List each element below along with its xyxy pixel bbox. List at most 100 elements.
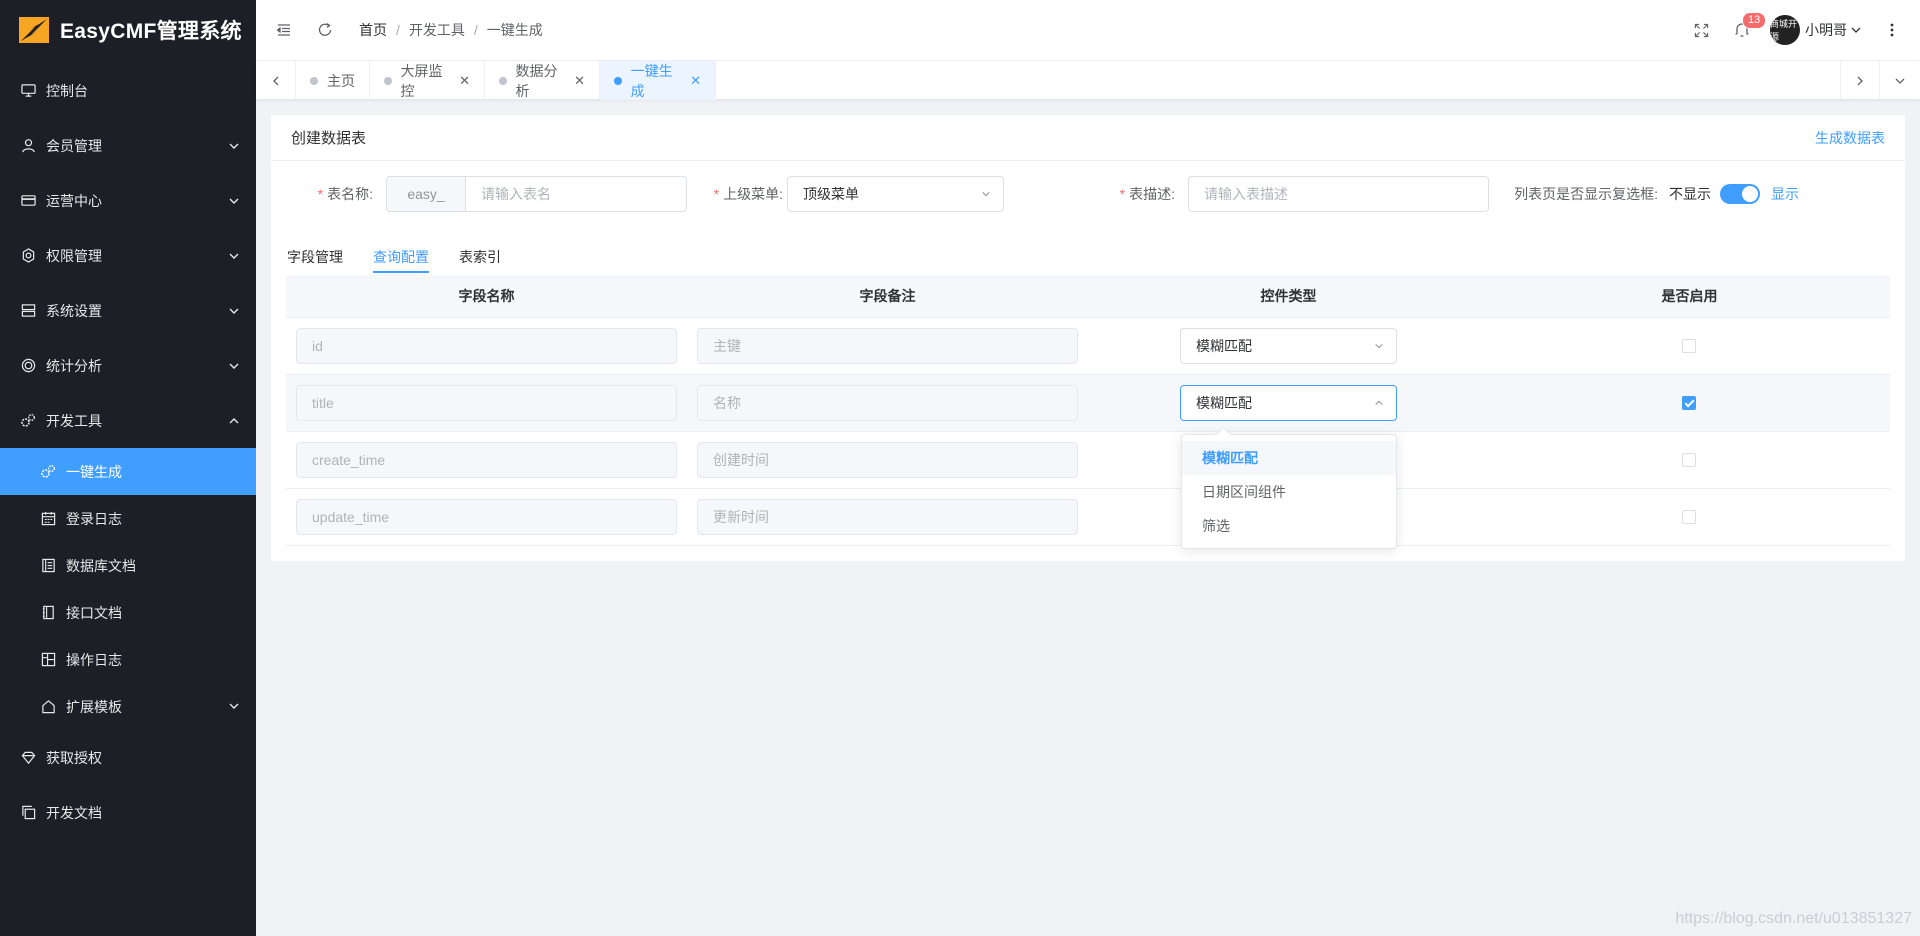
tab-label: 大屏监控 (400, 62, 443, 99)
close-icon[interactable]: ✕ (690, 73, 701, 89)
switch-on-text: 显示 (1771, 186, 1799, 202)
card-header: 创建数据表 生成数据表 (271, 115, 1905, 161)
logo[interactable]: EasyCMF管理系统 (0, 0, 256, 60)
table-row: create_time 创建时间 (286, 432, 1890, 489)
tab-label: 一键生成 (630, 62, 673, 99)
sidebar-item-members[interactable]: 会员管理 (0, 118, 256, 173)
column-header-field-name: 字段名称 (458, 288, 515, 304)
chevron-down-icon[interactable] (1850, 24, 1862, 36)
username[interactable]: 小明哥 (1805, 20, 1847, 40)
field-name-input: update_time (296, 499, 677, 535)
sidebar-item-system-settings[interactable]: 系统设置 (0, 283, 256, 338)
sidebar-item-get-license[interactable]: 获取授权 (0, 730, 256, 785)
control-type-select[interactable]: 模糊匹配 (1180, 328, 1397, 364)
field-remark-input: 更新时间 (697, 499, 1078, 535)
sidebar-subitem-one-click-generate[interactable]: 一键生成 (0, 448, 256, 495)
enabled-checkbox[interactable] (1682, 510, 1696, 524)
avatar[interactable]: 商城开源 (1770, 15, 1800, 45)
table-desc-input[interactable]: 请输入表描述 (1188, 176, 1489, 212)
column-header-enabled: 是否启用 (1661, 288, 1718, 304)
create-table-card: 创建数据表 生成数据表 * 表名称: easy_ 请输入表名 * 上级菜单: 顶级菜… (271, 115, 1905, 561)
chevron-left-icon (272, 76, 278, 85)
dropdown-option-date-range[interactable]: 日期区间组件 (1182, 475, 1396, 509)
tabs-scroll-left-button[interactable] (256, 61, 296, 100)
settings-icon (20, 248, 36, 264)
table-row: id 主键 模糊匹配 (286, 318, 1890, 375)
tab-one-click-generate[interactable]: 一键生成 ✕ (600, 61, 716, 100)
close-icon[interactable]: ✕ (574, 73, 585, 89)
parent-menu-label: * 上级菜单: (713, 186, 783, 202)
sidebar-subitem-operation-log[interactable]: 操作日志 (0, 636, 256, 683)
column-header-field-remark: 字段备注 (859, 288, 916, 304)
chevron-down-icon (229, 308, 239, 314)
chevron-up-icon (1375, 400, 1383, 406)
tab-home[interactable]: 主页 (296, 61, 370, 100)
enabled-checkbox[interactable] (1682, 396, 1696, 410)
sidebar-item-operations[interactable]: 运营中心 (0, 173, 256, 228)
sidebar-subitem-db-docs[interactable]: 数据库文档 (0, 542, 256, 589)
chevron-down-icon (1895, 78, 1905, 84)
control-type-dropdown: 模糊匹配 日期区间组件 筛选 (1181, 434, 1397, 549)
tab-status-dot (614, 76, 622, 85)
sidebar-item-console[interactable]: 控制台 (0, 63, 256, 118)
tab-big-screen[interactable]: 大屏监控 ✕ (370, 61, 485, 100)
sidebar-item-label: 开发文档 (46, 804, 102, 821)
table-row: update_time 更新时间 (286, 489, 1890, 546)
generate-table-button[interactable]: 生成数据表 (1815, 128, 1885, 148)
tab-status-dot (499, 76, 507, 85)
app-title: EasyCMF管理系统 (60, 20, 242, 43)
enabled-checkbox[interactable] (1682, 453, 1696, 467)
sidebar-item-dev-docs[interactable]: 开发文档 (0, 785, 256, 840)
server-icon (20, 303, 36, 319)
close-icon[interactable]: ✕ (459, 73, 470, 89)
show-checkbox-label: 列表页是否显示复选框: (1514, 186, 1658, 202)
sidebar-item-permissions[interactable]: 权限管理 (0, 228, 256, 283)
query-config-table: 字段名称 字段备注 控件类型 是否启用 id 主键 模糊匹配 title 名称 … (286, 275, 1890, 546)
control-type-select[interactable]: 模糊匹配 (1180, 385, 1397, 421)
chart-icon (20, 358, 36, 374)
field-name-input: id (296, 328, 677, 364)
copy-icon (20, 805, 36, 821)
table-row: title 名称 模糊匹配 (286, 375, 1890, 432)
sidebar-item-label: 一键生成 (66, 463, 122, 480)
field-remark-input: 主键 (697, 328, 1078, 364)
refresh-icon[interactable] (317, 22, 333, 38)
tabs-menu-button[interactable] (1880, 61, 1920, 100)
field-name-input: create_time (296, 442, 677, 478)
calendar-icon (40, 511, 56, 527)
sidebar-item-label: 统计分析 (46, 357, 102, 374)
control-type-value: 模糊匹配 (1196, 395, 1252, 411)
more-vertical-icon[interactable] (1884, 22, 1900, 38)
layout-icon (40, 652, 56, 668)
fullscreen-icon[interactable] (1693, 22, 1709, 38)
table-prefix: easy_ (386, 176, 466, 212)
dropdown-option-filter[interactable]: 筛选 (1182, 509, 1396, 543)
parent-menu-select[interactable]: 顶级菜单 (787, 176, 1004, 212)
enabled-checkbox[interactable] (1682, 339, 1696, 353)
notification-bell-icon[interactable]: 13 (1734, 12, 1767, 38)
watermark: https://blog.csdn.net/u013851327 (1675, 910, 1912, 927)
top-header: 首页 / 开发工具 / 一键生成 13 商城开源 小明哥 (256, 0, 1920, 61)
sidebar-subitem-api-docs[interactable]: 接口文档 (0, 589, 256, 636)
sidebar-item-dev-tools[interactable]: 开发工具 (0, 393, 256, 448)
sidebar-item-label: 获取授权 (46, 749, 102, 766)
tab-data-analysis[interactable]: 数据分析 ✕ (485, 61, 600, 100)
sidebar-item-label: 扩展模板 (66, 698, 122, 715)
sidebar-subitem-extension-templates[interactable]: 扩展模板 (0, 683, 256, 730)
table-name-input[interactable]: 请输入表名 (465, 176, 687, 212)
sidebar-subitem-login-log[interactable]: 登录日志 (0, 495, 256, 542)
tab-label: 数据分析 (515, 62, 558, 99)
document-icon (40, 558, 56, 574)
breadcrumb-separator: / (396, 22, 400, 38)
sidebar-item-label: 开发工具 (46, 412, 102, 429)
sidebar-item-statistics[interactable]: 统计分析 (0, 338, 256, 393)
breadcrumb-current: 一键生成 (486, 22, 543, 38)
collapse-menu-icon[interactable] (276, 22, 292, 38)
dropdown-option-fuzzy-match[interactable]: 模糊匹配 (1182, 441, 1396, 475)
show-checkbox-switch[interactable] (1720, 184, 1760, 204)
breadcrumb-home[interactable]: 首页 (359, 20, 387, 40)
tabs-scroll-right-button[interactable] (1840, 61, 1880, 100)
breadcrumb-dev-tools[interactable]: 开发工具 (409, 20, 465, 40)
chevron-down-icon (229, 198, 239, 204)
sidebar-item-label: 接口文档 (66, 604, 122, 621)
